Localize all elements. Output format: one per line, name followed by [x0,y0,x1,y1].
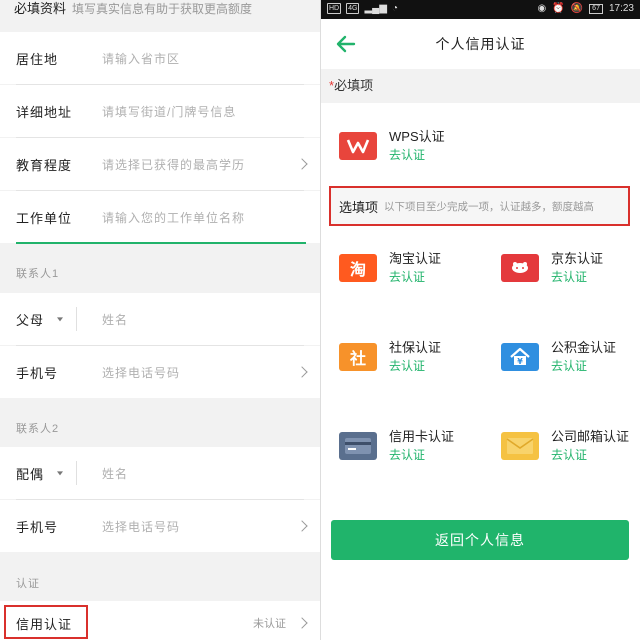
contact2-name-input[interactable]: 姓名 [102,447,128,499]
chevron-right-icon [296,366,308,378]
eye-icon: ◉ [537,3,547,14]
credit-card-auth-name: 信用卡认证 [389,429,455,444]
contact1-phone-select[interactable]: 选择电话号码 [102,346,180,398]
caret-down-icon [57,471,63,476]
employer-input[interactable]: 请输入您的工作单位名称 [102,191,245,243]
taobao-icon: 淘 [339,254,377,282]
company-email-auth-item[interactable]: 公司邮箱认证 去认证 [501,428,629,464]
contact2-section-title: 联系人2 [16,423,60,435]
status-bar: HD 4G ▂▄▆ ◔ ◉ ⏰ 🔕 67 17:23 [321,0,640,19]
contact1-relation-select[interactable]: 父母 [16,293,44,345]
wps-auth-item[interactable]: WPS认证 去认证 [339,128,445,164]
optional-section-desc: 以下项目至少完成一项，认证越多，额度越高 [384,200,595,213]
wifi-icon: ◔ [391,3,398,14]
credit-auth-screen: HD 4G ▂▄▆ ◔ ◉ ⏰ 🔕 67 17:23 个人信用认证 *必填项 W… [321,0,640,640]
company-email-auth-name: 公司邮箱认证 [551,429,630,444]
alarm-icon: ⏰ [552,3,565,14]
residence-row[interactable]: 居住地 请输入省市区 [0,32,320,84]
required-info-hint: 填写真实信息有助于获取更高额度 [72,2,253,16]
required-info-label: 必填资料 [14,1,67,16]
optional-section-header: 选填项 以下项目至少完成一项，认证越多，额度越高 [329,186,630,226]
taobao-auth-item[interactable]: 淘 淘宝认证 去认证 [339,250,441,286]
company-email-auth-status[interactable]: 去认证 [551,446,629,464]
taobao-auth-status[interactable]: 去认证 [389,268,441,286]
svg-text:¥: ¥ [517,357,523,366]
chevron-right-icon [296,617,308,629]
battery-icon: 67 [589,3,603,14]
jd-auth-name: 京东认证 [551,251,604,266]
caret-down-icon [57,317,63,322]
hd-badge: HD [327,3,342,14]
contact2-phone-select[interactable]: 选择电话号码 [102,500,180,552]
jd-auth-status[interactable]: 去认证 [551,268,603,286]
required-section-header: *必填项 [321,69,640,103]
housing-fund-icon: ¥ [501,343,539,371]
education-select[interactable]: 请选择已获得的最高学历 [102,138,245,190]
employer-label: 工作单位 [16,210,73,226]
address-label: 详细地址 [16,104,73,120]
network-badge: 4G [346,3,360,14]
auth-section-title: 认证 [16,578,40,590]
address-row[interactable]: 详细地址 请填写街道/门牌号信息 [0,85,320,137]
housing-fund-auth-status[interactable]: 去认证 [551,357,616,375]
back-arrow-icon[interactable] [335,33,357,55]
residence-label: 居住地 [16,51,59,67]
page-title: 个人信用认证 [435,36,526,52]
taobao-auth-name: 淘宝认证 [389,251,442,266]
employer-input-focus-line [16,242,306,244]
clock: 17:23 [608,3,634,14]
contact2-relation-select[interactable]: 配偶 [16,447,44,499]
housing-fund-auth-name: 公积金认证 [551,340,617,355]
social-security-auth-item[interactable]: 社 社保认证 去认证 [339,339,441,375]
required-info-header: 必填资料 填写真实信息有助于获取更高额度 [14,0,252,16]
divider [76,461,77,485]
title-bar: 个人信用认证 [321,19,640,69]
credit-card-auth-status[interactable]: 去认证 [389,446,454,464]
contact2-name-row: 配偶 姓名 [0,447,320,499]
residence-input[interactable]: 请输入省市区 [102,32,180,84]
divider [76,307,77,331]
social-security-auth-name: 社保认证 [389,340,442,355]
return-to-profile-button[interactable]: 返回个人信息 [331,520,629,560]
chevron-right-icon [296,158,308,170]
employer-row[interactable]: 工作单位 请输入您的工作单位名称 [0,191,320,243]
contact1-phone-row[interactable]: 手机号 选择电话号码 [0,346,320,398]
wps-auth-status[interactable]: 去认证 [389,146,445,164]
required-section-label: 必填项 [334,78,374,93]
mute-icon: 🔕 [570,3,584,14]
mail-icon [501,432,539,460]
jd-auth-item[interactable]: 京东认证 去认证 [501,250,603,286]
signal-icon: ▂▄▆ [364,3,387,14]
housing-fund-auth-item[interactable]: ¥ 公积金认证 去认证 [501,339,616,375]
credit-auth-row[interactable]: 信用认证 未认证 [0,601,320,640]
contact1-name-row: 父母 姓名 [0,293,320,345]
address-input[interactable]: 请填写街道/门牌号信息 [102,85,236,137]
social-security-icon: 社 [339,343,377,371]
wps-icon [339,132,377,160]
education-label: 教育程度 [16,157,73,173]
personal-info-form: 必填资料 填写真实信息有助于获取更高额度 居住地 请输入省市区 详细地址 请填写街… [0,0,320,640]
contact1-section-title: 联系人1 [16,268,60,280]
credit-auth-status: 未认证 [253,618,286,630]
chevron-right-icon [296,520,308,532]
wps-auth-name: WPS认证 [389,129,445,144]
credit-auth-label: 信用认证 [16,616,73,632]
contact2-phone-row[interactable]: 手机号 选择电话号码 [0,500,320,552]
credit-card-icon [339,432,377,460]
jd-icon [501,254,539,282]
contact1-name-input[interactable]: 姓名 [102,293,128,345]
credit-card-auth-item[interactable]: 信用卡认证 去认证 [339,428,454,464]
optional-section-title: 选填项 [339,199,379,215]
contact2-phone-label: 手机号 [16,519,59,535]
social-security-auth-status[interactable]: 去认证 [389,357,441,375]
contact1-phone-label: 手机号 [16,365,59,381]
education-row[interactable]: 教育程度 请选择已获得的最高学历 [0,138,320,190]
